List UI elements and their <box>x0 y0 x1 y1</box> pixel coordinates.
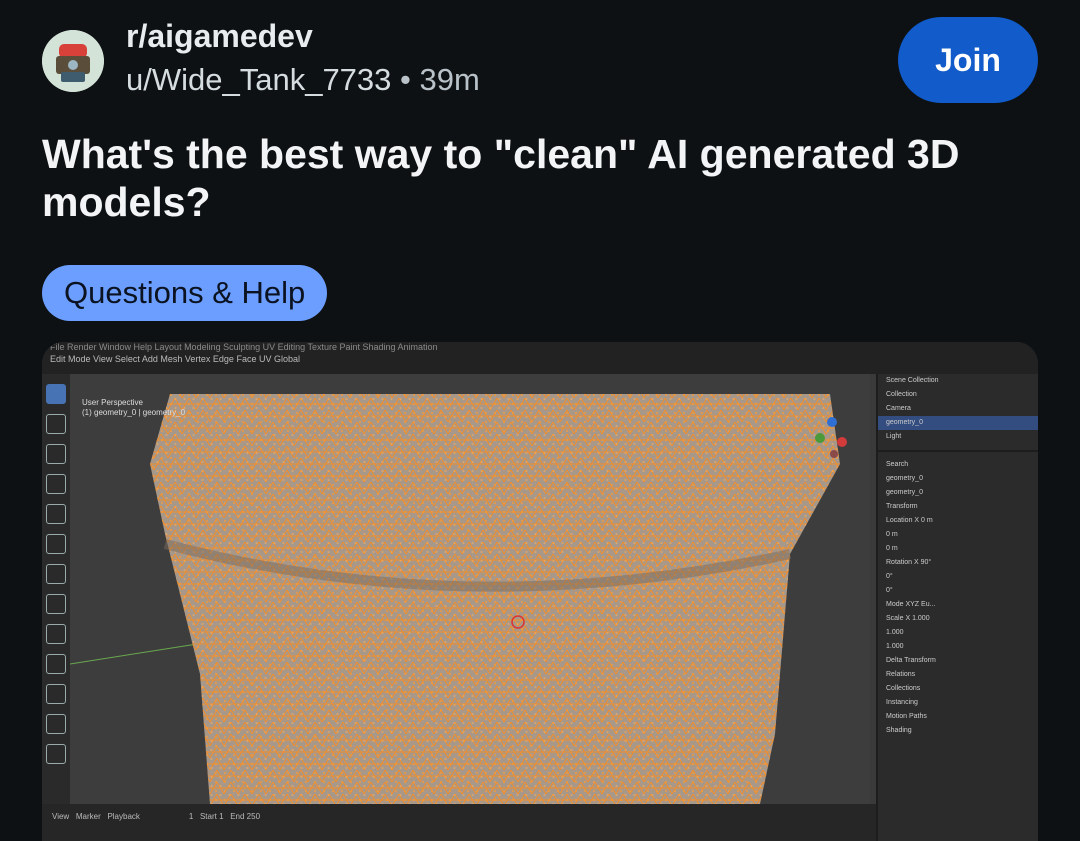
blender-properties-panel: Scene Collection Collection Camera geome… <box>876 374 1038 841</box>
scale-row: Scale X 1.000 <box>878 612 1038 626</box>
timeline-marker[interactable]: Marker <box>76 812 101 821</box>
blender-viewport: User Perspective (1) geometry_0 | geomet… <box>70 374 870 804</box>
subreddit-name[interactable]: r/aigamedev <box>126 18 313 55</box>
timeline-view[interactable]: View <box>52 812 69 821</box>
panel-divider <box>878 450 1038 452</box>
timeline-playback[interactable]: Playback <box>107 812 139 821</box>
blender-timeline: View Marker Playback 1 Start 1 End 250 <box>42 804 876 841</box>
panel-relations[interactable]: Relations <box>878 668 1038 682</box>
post-flair[interactable]: Questions & Help <box>42 265 328 321</box>
post-image[interactable]: File Render Window Help Layout Modeling … <box>42 342 1038 841</box>
move-tool-icon <box>46 444 66 464</box>
location-x[interactable]: 0 m <box>921 517 933 524</box>
inset-tool-icon <box>46 654 66 674</box>
mesh-render <box>70 394 840 804</box>
panel-motion-paths[interactable]: Motion Paths <box>878 710 1038 724</box>
panel-collections[interactable]: Collections <box>878 682 1038 696</box>
byline-separator: • <box>400 62 411 97</box>
loopcut-tool-icon <box>46 714 66 734</box>
knife-tool-icon <box>46 744 66 764</box>
outliner-item[interactable]: Collection <box>878 388 1038 402</box>
navigation-gizmo-icon[interactable] <box>812 414 852 470</box>
transform-header[interactable]: Transform <box>878 500 1038 514</box>
rotate-tool-icon <box>46 474 66 494</box>
object-name: geometry_0 <box>886 475 923 482</box>
properties-search[interactable]: Search <box>878 458 1038 472</box>
blender-toolbar <box>42 374 70 804</box>
scale-tool-icon <box>46 504 66 524</box>
blender-mode-row: Edit Mode View Select Add Mesh Vertex Ed… <box>50 354 300 364</box>
select-tool-icon <box>46 384 66 404</box>
author-name[interactable]: u/Wide_Tank_7733 <box>126 62 391 97</box>
current-frame[interactable]: 1 <box>189 812 193 821</box>
timeline-controls: View Marker Playback 1 Start 1 End 250 <box>52 812 260 821</box>
join-button[interactable]: Join <box>898 17 1038 103</box>
start-frame[interactable]: 1 <box>219 812 223 821</box>
rotation-row: Rotation X 90° <box>878 556 1038 570</box>
location-z[interactable]: 0 m <box>878 542 1038 556</box>
viewport-perspective: User Perspective <box>82 398 143 407</box>
end-frame[interactable]: 250 <box>247 812 260 821</box>
rotation-z[interactable]: 0° <box>878 584 1038 598</box>
viewport-object: (1) geometry_0 | geometry_0 <box>82 408 186 417</box>
scale-x[interactable]: 1.000 <box>912 615 930 622</box>
extrude-tool-icon <box>46 624 66 644</box>
outliner-item[interactable]: geometry_0 <box>878 416 1038 430</box>
mode-label: Mode <box>886 601 904 608</box>
scale-z[interactable]: 1.000 <box>878 640 1038 654</box>
cursor-tool-icon <box>46 414 66 434</box>
outliner-item[interactable]: Camera <box>878 402 1038 416</box>
blender-menu: File Render Window Help Layout Modeling … <box>50 342 438 352</box>
rotation-y[interactable]: 0° <box>878 570 1038 584</box>
mode-select[interactable]: XYZ Eu... <box>905 601 935 608</box>
outliner-item[interactable]: Scene Collection <box>878 374 1038 388</box>
viewport-info: User Perspective (1) geometry_0 | geomet… <box>82 398 185 418</box>
rotation-label: Rotation X <box>886 559 919 566</box>
start-label: Start <box>199 812 217 821</box>
post-title[interactable]: What's the best way to "clean" AI genera… <box>42 130 1032 226</box>
transform-tool-icon <box>46 534 66 554</box>
post-byline: u/Wide_Tank_7733 • 39m <box>126 62 480 98</box>
mesh-name-field[interactable]: geometry_0 <box>878 486 1038 500</box>
blender-header: File Render Window Help Layout Modeling … <box>42 342 1038 374</box>
subreddit-avatar[interactable] <box>42 30 104 92</box>
panel-instancing[interactable]: Instancing <box>878 696 1038 710</box>
rotation-x[interactable]: 90° <box>921 559 932 566</box>
annotate-tool-icon <box>46 564 66 584</box>
bevel-tool-icon <box>46 684 66 704</box>
measure-tool-icon <box>46 594 66 614</box>
location-y[interactable]: 0 m <box>878 528 1038 542</box>
mode-row: Mode XYZ Eu... <box>878 598 1038 612</box>
outliner-item[interactable]: Light <box>878 430 1038 444</box>
panel-shading[interactable]: Shading <box>878 724 1038 738</box>
panel-delta-transform[interactable]: Delta Transform <box>878 654 1038 668</box>
scale-y[interactable]: 1.000 <box>878 626 1038 640</box>
location-row: Location X 0 m <box>878 514 1038 528</box>
end-label: End <box>230 812 245 821</box>
location-label: Location X <box>886 517 920 524</box>
post-age: 39m <box>419 62 480 97</box>
scale-label: Scale X <box>886 615 911 622</box>
